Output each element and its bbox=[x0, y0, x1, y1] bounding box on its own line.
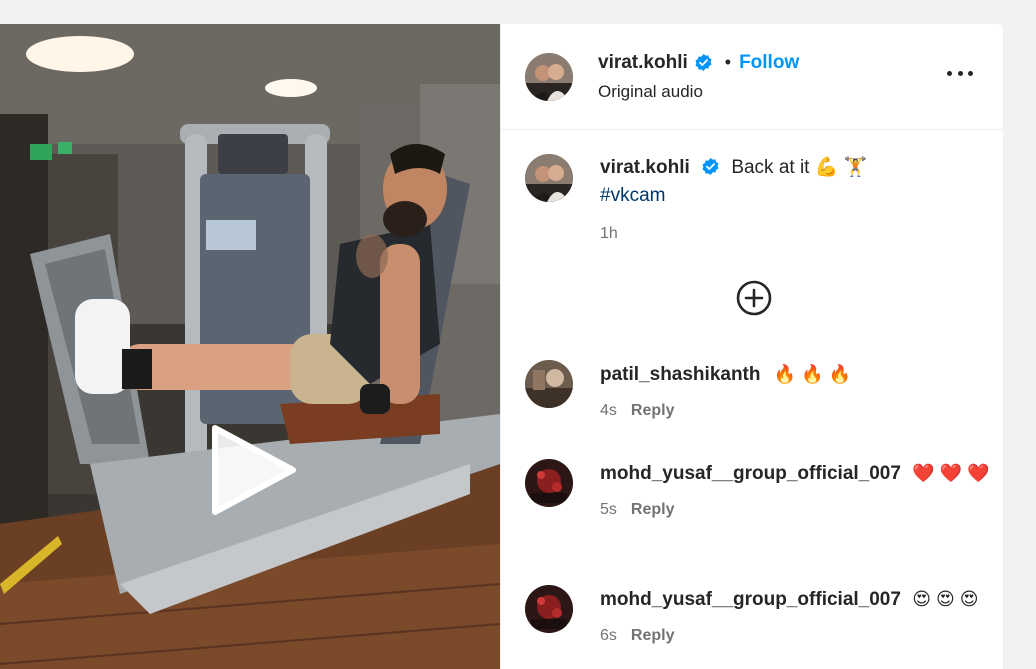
comment-time[interactable]: 4s bbox=[600, 402, 617, 419]
comment-text: 😍 😍 😍 bbox=[912, 589, 979, 609]
caption-text: Back at it 💪 🏋️ bbox=[731, 157, 868, 178]
reply-button[interactable]: Reply bbox=[631, 627, 675, 644]
reply-button[interactable]: Reply bbox=[631, 402, 675, 419]
audio-link[interactable]: Original audio bbox=[598, 82, 799, 102]
post-header: virat.kohli • Follow Original audio bbox=[501, 24, 1003, 130]
separator-dot: • bbox=[724, 52, 732, 72]
commenter-avatar[interactable] bbox=[525, 360, 573, 408]
comment-time[interactable]: 6s bbox=[600, 627, 617, 644]
author-avatar-image bbox=[525, 52, 573, 101]
commenter-avatar-image bbox=[525, 459, 573, 507]
play-button[interactable] bbox=[205, 420, 301, 516]
comment-time[interactable]: 5s bbox=[600, 501, 617, 518]
caption-username[interactable]: virat.kohli bbox=[600, 157, 690, 178]
commenter-avatar-image bbox=[525, 585, 573, 633]
comment-item: mohd_yusaf__group_official_007 😍 😍 😍 6s R… bbox=[525, 585, 1003, 650]
comment-item: patil_shashikanth 🔥 🔥 🔥 4s Reply bbox=[525, 360, 1003, 425]
hashtag-link[interactable]: #vkcam bbox=[600, 182, 867, 210]
play-icon bbox=[212, 425, 296, 515]
author-avatar[interactable] bbox=[525, 52, 573, 101]
commenter-avatar[interactable] bbox=[525, 585, 573, 633]
comment-text: 🔥 🔥 🔥 bbox=[773, 364, 852, 384]
video-frame bbox=[0, 24, 500, 669]
more-options-icon[interactable] bbox=[947, 68, 973, 78]
reel-video[interactable] bbox=[0, 24, 500, 669]
comment-text: ❤️ ❤️ ❤️ bbox=[912, 463, 990, 483]
commenter-avatar-image bbox=[525, 360, 573, 408]
verified-badge-icon bbox=[695, 53, 712, 72]
author-username[interactable]: virat.kohli bbox=[598, 52, 688, 74]
post-modal: virat.kohli • Follow Original audio vira… bbox=[0, 24, 1003, 669]
commenter-username[interactable]: mohd_yusaf__group_official_007 bbox=[600, 589, 901, 610]
caption-avatar-image bbox=[525, 154, 573, 202]
verified-badge-icon bbox=[702, 157, 719, 176]
commenter-avatar[interactable] bbox=[525, 459, 573, 507]
plus-circle-icon[interactable] bbox=[735, 279, 773, 317]
caption-author-avatar[interactable] bbox=[525, 154, 573, 202]
follow-button[interactable]: Follow bbox=[739, 52, 799, 74]
commenter-username[interactable]: mohd_yusaf__group_official_007 bbox=[600, 463, 901, 484]
comment-item: mohd_yusaf__group_official_007 ❤️ ❤️ ❤️ … bbox=[525, 459, 1003, 524]
post-side-panel: virat.kohli • Follow Original audio vira… bbox=[500, 24, 1003, 669]
post-caption: virat.kohli Back at it 💪 🏋️ #vkcam 1h bbox=[501, 130, 1003, 248]
commenter-username[interactable]: patil_shashikanth bbox=[600, 364, 761, 385]
reply-button[interactable]: Reply bbox=[631, 501, 675, 518]
post-time[interactable]: 1h bbox=[600, 220, 867, 248]
